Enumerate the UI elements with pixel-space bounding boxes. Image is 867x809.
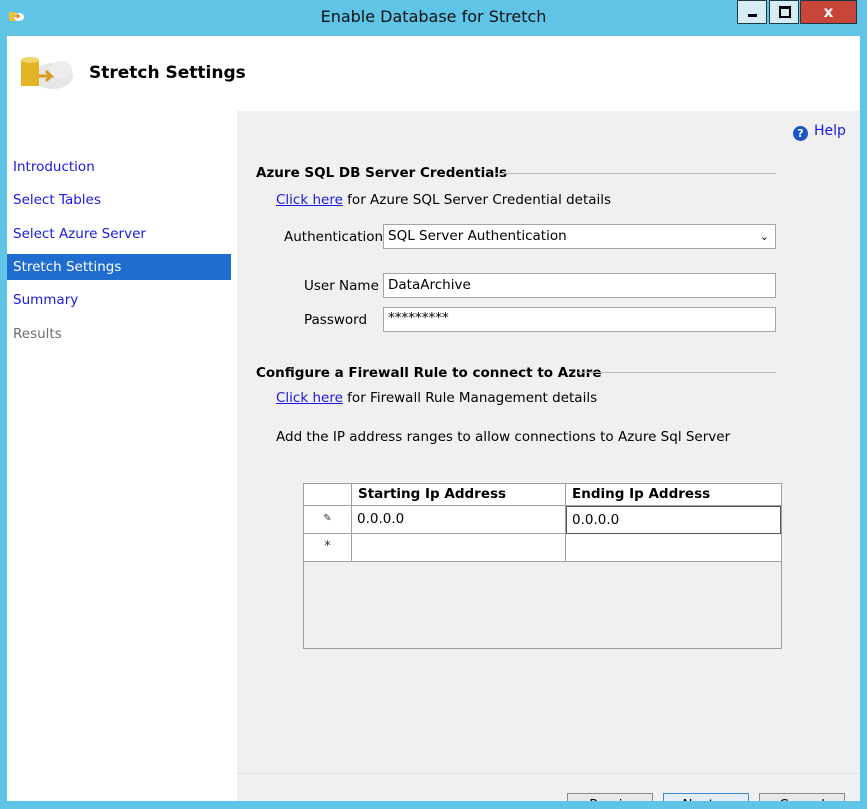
username-label: User Name (304, 278, 379, 294)
chevron-down-icon: ⌄ (759, 230, 769, 243)
credentials-help-line: Click here for Azure SQL Server Credenti… (276, 192, 611, 208)
start-ip-cell[interactable]: 0.0.0.0 (352, 506, 566, 534)
new-row-marker-icon: * (304, 534, 352, 562)
wizard-header: Stretch Settings (7, 36, 860, 111)
column-header-end-ip[interactable]: Ending Ip Address (566, 484, 781, 506)
section-divider (495, 173, 776, 174)
credentials-details-link[interactable]: Click here (276, 192, 343, 208)
grid-corner-header (304, 484, 352, 506)
end-ip-cell[interactable]: 0.0.0.0 (566, 506, 781, 534)
nav-item-stretch-settings[interactable]: Stretch Settings (7, 254, 231, 280)
maximize-button[interactable] (769, 0, 799, 24)
dialog-client-area: Stretch Settings Introduction Select Tab… (7, 36, 860, 801)
title-bar: Enable Database for Stretch x (0, 0, 867, 36)
stretch-database-icon (21, 57, 73, 89)
next-button[interactable]: Next > (663, 793, 749, 801)
authentication-value: SQL Server Authentication (388, 228, 567, 244)
wizard-navigation: Introduction Select Tables Select Azure … (7, 111, 237, 801)
credentials-section-title: Azure SQL DB Server Credentials (256, 165, 507, 181)
nav-item-introduction[interactable]: Introduction (7, 154, 231, 180)
username-input[interactable]: DataArchive (383, 273, 776, 298)
nav-item-results: Results (13, 326, 62, 342)
nav-item-select-tables[interactable]: Select Tables (7, 187, 231, 213)
cancel-button[interactable]: Cancel (759, 793, 845, 801)
close-button[interactable]: x (800, 0, 857, 24)
firewall-link-suffix: for Firewall Rule Management details (342, 390, 598, 406)
column-header-start-ip[interactable]: Starting Ip Address (352, 484, 566, 506)
help-link[interactable]: ? Help (793, 123, 846, 141)
firewall-help-line: Click here for Firewall Rule Management … (276, 390, 597, 406)
authentication-dropdown[interactable]: SQL Server Authentication ⌄ (383, 224, 776, 249)
firewall-details-link[interactable]: Click here (276, 390, 343, 406)
edit-row-marker-icon: ✎ (304, 506, 352, 534)
help-label: Help (814, 123, 846, 139)
footer-divider (237, 773, 860, 774)
password-input[interactable]: ********* (383, 307, 776, 332)
question-icon: ? (793, 126, 808, 141)
previous-button[interactable]: < Previous (567, 793, 653, 801)
minimize-button[interactable] (737, 0, 767, 24)
nav-item-select-azure-server[interactable]: Select Azure Server (7, 221, 231, 247)
credentials-link-suffix: for Azure SQL Server Credential details (342, 192, 612, 208)
main-panel: ? Help Azure SQL DB Server Credentials Cl… (237, 111, 860, 801)
new-end-ip-cell[interactable] (566, 534, 781, 562)
authentication-label: Authentication (284, 229, 384, 245)
section-divider (578, 372, 776, 373)
ip-range-instructions: Add the IP address ranges to allow conne… (276, 429, 731, 445)
firewall-rules-grid[interactable]: Starting Ip Address Ending Ip Address ✎ … (303, 483, 782, 649)
new-start-ip-cell[interactable] (352, 534, 566, 562)
nav-item-summary[interactable]: Summary (7, 287, 231, 313)
password-label: Password (304, 312, 368, 328)
firewall-section-title: Configure a Firewall Rule to connect to … (256, 365, 602, 381)
page-title: Stretch Settings (89, 63, 246, 83)
